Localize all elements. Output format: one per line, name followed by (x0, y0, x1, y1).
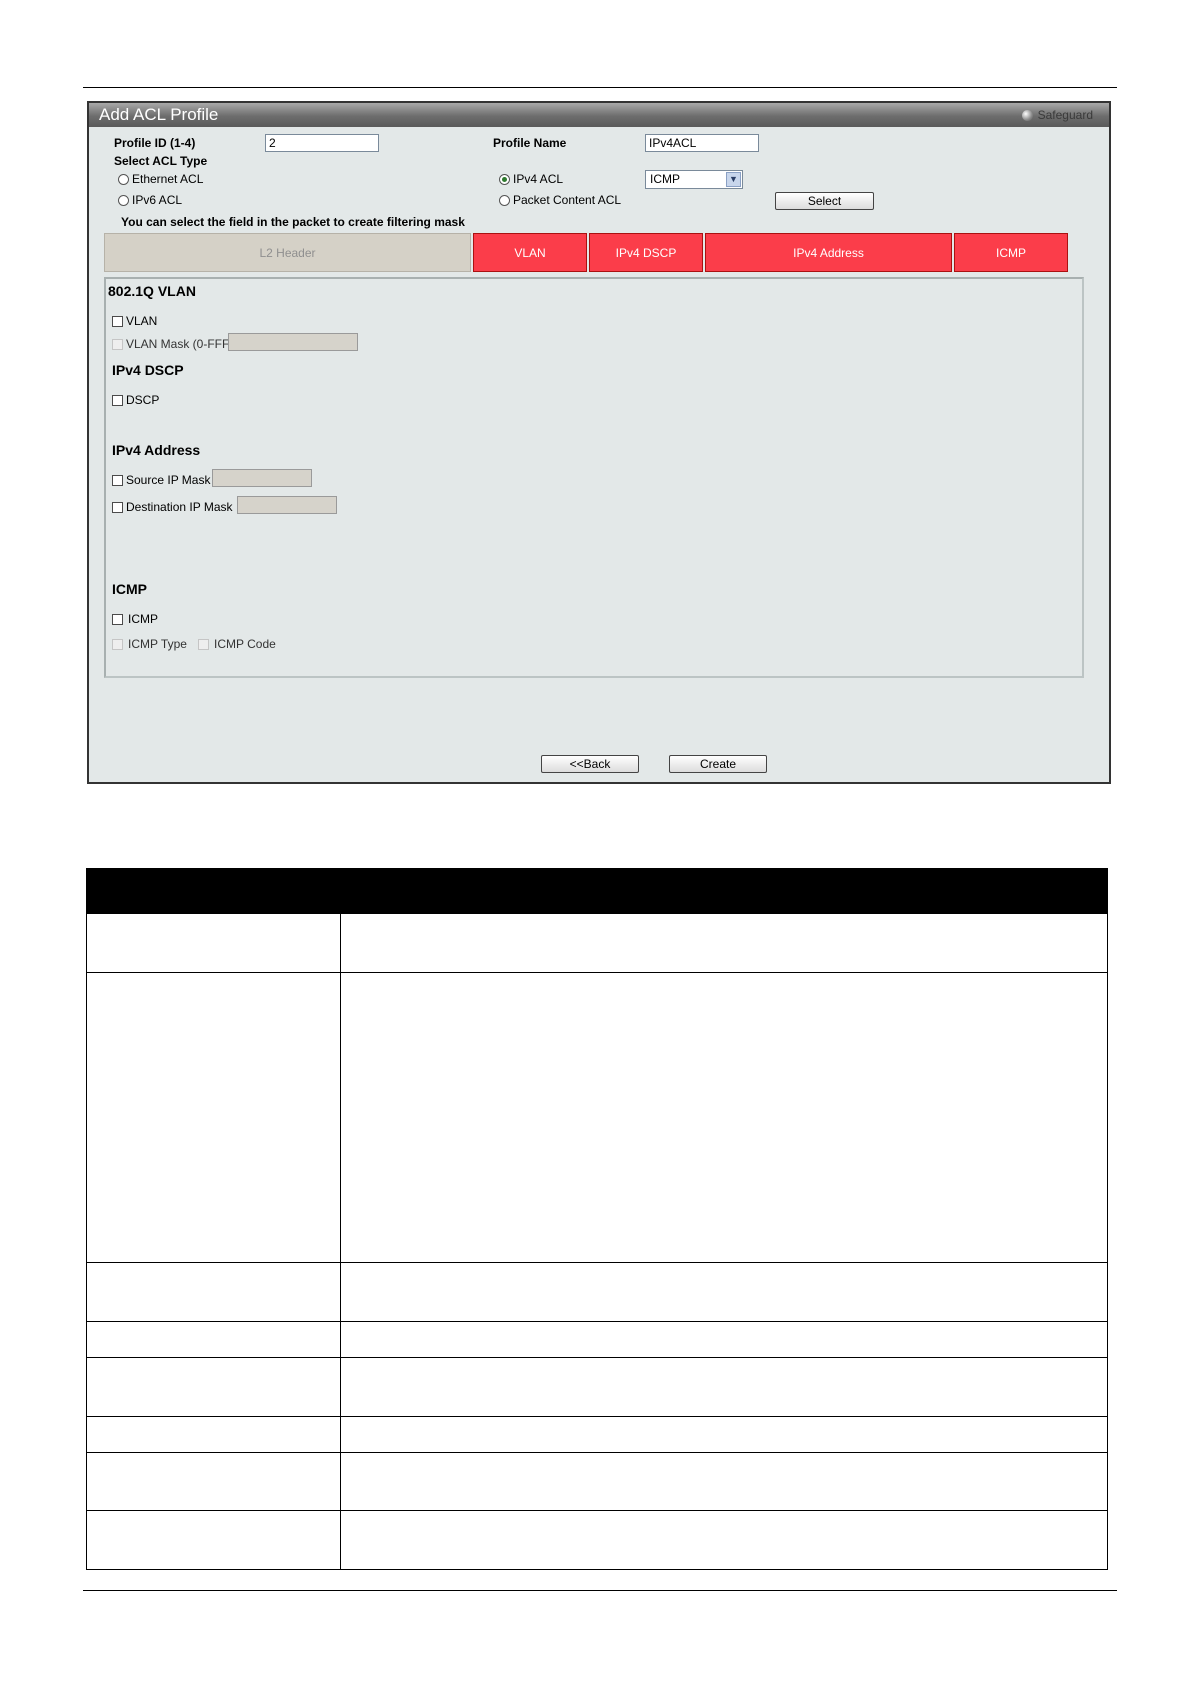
mask-field-tabs: L2 Header VLAN IPv4 DSCP IPv4 Address IC… (104, 233, 1068, 272)
icmp-checkbox-row[interactable]: ICMP (112, 612, 158, 626)
icmp-checkbox[interactable] (112, 614, 123, 625)
radio-label: IPv4 ACL (513, 172, 564, 186)
tab-l2-header[interactable]: L2 Header (104, 233, 471, 272)
add-acl-profile-panel: Add ACL Profile Safeguard Profile ID (1-… (87, 101, 1111, 784)
protocol-select[interactable]: ICMP ▼ (645, 170, 743, 189)
safeguard-icon (1021, 109, 1033, 121)
icmp-code-checkbox (198, 639, 209, 650)
radio-label: Ethernet ACL (132, 172, 204, 186)
table-cell (86, 1262, 341, 1322)
source-ip-mask-label: Source IP Mask (126, 473, 211, 487)
chevron-down-icon[interactable]: ▼ (726, 172, 741, 187)
tab-icmp[interactable]: ICMP (954, 233, 1068, 272)
table-cell (86, 913, 341, 973)
radio-packet-content-acl[interactable]: Packet Content ACL (499, 193, 621, 207)
profile-name-input[interactable] (645, 134, 759, 152)
table-cell (86, 1416, 341, 1453)
table-cell (340, 972, 1108, 1263)
table-header-row (86, 868, 1108, 914)
icmp-code-row: ICMP Code (198, 637, 276, 651)
panel-title-bar: Add ACL Profile Safeguard (89, 103, 1109, 127)
radio-ethernet-acl[interactable]: Ethernet ACL (118, 172, 203, 186)
table-cell (86, 1321, 341, 1358)
dscp-checkbox-label: DSCP (126, 393, 160, 407)
table-cell (340, 1321, 1108, 1358)
back-button[interactable]: <<Back (541, 755, 639, 773)
profile-name-label: Profile Name (493, 136, 567, 150)
radio-selected-icon[interactable] (499, 174, 510, 185)
table-cell (340, 913, 1108, 973)
safeguard-indicator: Safeguard (1021, 103, 1093, 127)
filtering-mask-hint: You can select the field in the packet t… (121, 215, 465, 229)
radio-ipv6-acl[interactable]: IPv6 ACL (118, 193, 182, 207)
radio-label: IPv6 ACL (132, 193, 183, 207)
create-button[interactable]: Create (669, 755, 767, 773)
table-cell (86, 1510, 341, 1570)
tab-vlan[interactable]: VLAN (473, 233, 587, 272)
table-cell (86, 1357, 341, 1417)
profile-id-label: Profile ID (1-4) (114, 136, 196, 150)
vlan-mask-checkbox (112, 339, 123, 350)
vlan-mask-input (228, 333, 358, 351)
radio-icon[interactable] (118, 174, 129, 185)
destination-ip-mask-input (237, 496, 337, 514)
section-title-vlan: 802.1Q VLAN (108, 283, 196, 299)
destination-ip-mask-row[interactable]: Destination IP Mask (112, 500, 233, 514)
icmp-checkbox-label: ICMP (128, 612, 158, 626)
radio-icon[interactable] (118, 195, 129, 206)
destination-ip-mask-checkbox[interactable] (112, 502, 123, 513)
table-row (86, 1452, 1108, 1511)
profile-id-input[interactable] (265, 134, 379, 152)
table-row (86, 972, 1108, 1263)
section-title-ipv4-dscp: IPv4 DSCP (112, 362, 184, 378)
vlan-mask-label: VLAN Mask (0-FFF) (126, 337, 234, 351)
parameter-description-table (86, 868, 1108, 1570)
safeguard-label: Safeguard (1037, 108, 1093, 122)
radio-label: Packet Content ACL (513, 193, 622, 207)
icmp-type-label: ICMP Type (128, 637, 187, 651)
vlan-checkbox-label: VLAN (126, 314, 158, 328)
destination-ip-mask-label: Destination IP Mask (126, 500, 233, 514)
acl-type-label: Select ACL Type (114, 154, 208, 168)
table-row (86, 913, 1108, 973)
table-row (86, 1262, 1108, 1322)
tab-ipv4-dscp[interactable]: IPv4 DSCP (589, 233, 703, 272)
select-button[interactable]: Select (775, 192, 874, 210)
table-cell (340, 1416, 1108, 1453)
icmp-type-checkbox (112, 639, 123, 650)
section-title-icmp: ICMP (112, 581, 147, 597)
source-ip-mask-input (212, 469, 312, 487)
dscp-checkbox-row[interactable]: DSCP (112, 393, 159, 407)
filtering-mask-box: 802.1Q VLAN VLAN VLAN Mask (0-FFF) IPv4 … (104, 277, 1084, 678)
bottom-rule (83, 1590, 1117, 1591)
table-cell (86, 972, 341, 1263)
table-row (86, 1321, 1108, 1358)
tab-ipv4-address[interactable]: IPv4 Address (705, 233, 952, 272)
protocol-select-value: ICMP (650, 172, 680, 186)
radio-ipv4-acl[interactable]: IPv4 ACL (499, 172, 563, 186)
table-cell (340, 1262, 1108, 1322)
table-cell (340, 1452, 1108, 1511)
radio-icon[interactable] (499, 195, 510, 206)
panel-title: Add ACL Profile (99, 105, 219, 124)
vlan-checkbox[interactable] (112, 316, 123, 327)
section-title-ipv4-address: IPv4 Address (112, 442, 201, 458)
table-cell (340, 1357, 1108, 1417)
table-row (86, 1357, 1108, 1417)
table-cell (86, 1452, 341, 1511)
vlan-mask-row: VLAN Mask (0-FFF) (112, 337, 233, 351)
table-cell (340, 1510, 1108, 1570)
table-row (86, 1510, 1108, 1570)
table-row (86, 1416, 1108, 1453)
table-header (86, 868, 1108, 914)
vlan-checkbox-row[interactable]: VLAN (112, 314, 157, 328)
icmp-code-label: ICMP Code (214, 637, 276, 651)
dscp-checkbox[interactable] (112, 395, 123, 406)
source-ip-mask-row[interactable]: Source IP Mask (112, 473, 210, 487)
icmp-type-row: ICMP Type (112, 637, 187, 651)
top-rule (83, 87, 1117, 88)
source-ip-mask-checkbox[interactable] (112, 475, 123, 486)
